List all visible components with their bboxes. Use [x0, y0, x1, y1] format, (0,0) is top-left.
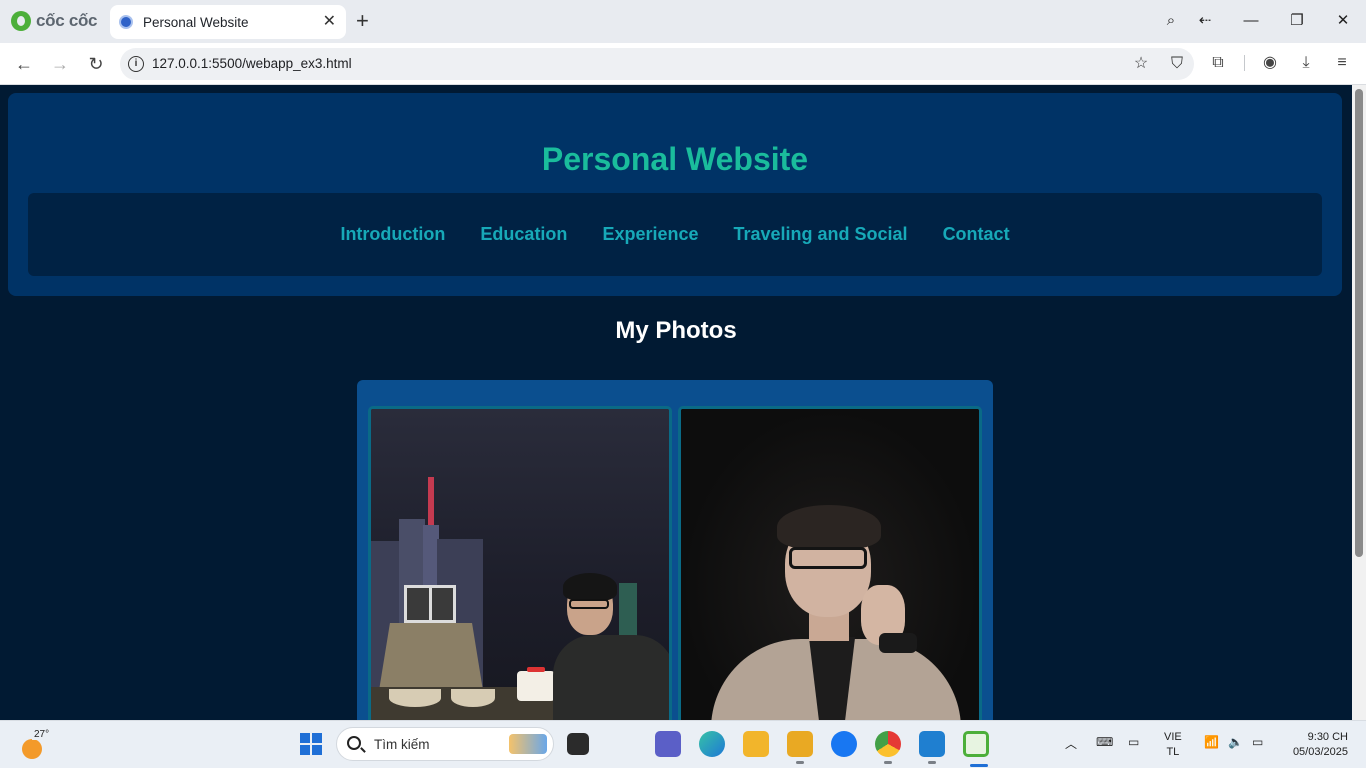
photo-person-glasses	[569, 599, 609, 609]
tab-title: Personal Website	[143, 14, 249, 30]
photo-bowl	[451, 689, 495, 707]
menu-hamburger-icon[interactable]: ≡	[1331, 52, 1353, 74]
photo-watch	[879, 633, 917, 653]
system-clock[interactable]: 9:30 CH 05/03/2025	[1280, 730, 1348, 760]
photo-person-glasses	[789, 547, 867, 569]
nav-link-experience[interactable]: Experience	[602, 224, 698, 245]
bookmark-star-icon[interactable]: ☆	[1131, 54, 1151, 74]
extensions-puzzle-icon[interactable]: ⧉	[1207, 52, 1229, 74]
browser-tab-bar: cốc cốc Personal Website ✕ + ⌕ ⇠ — ❐ ✕	[0, 0, 1366, 43]
address-bar[interactable]: i 127.0.0.1:5500/webapp_ex3.html ☆ ⛉	[120, 48, 1194, 80]
language-sub: TL	[1166, 746, 1180, 758]
site-title: Personal Website	[541, 141, 809, 177]
minimize-window-icon[interactable]: —	[1240, 10, 1262, 32]
nav-link-contact[interactable]: Contact	[943, 224, 1010, 245]
download-icon[interactable]: ⤓	[1295, 52, 1317, 74]
windows-start-icon[interactable]	[300, 733, 322, 755]
web-page: Personal Website Introduction Education …	[0, 85, 1352, 720]
photo-gallery	[357, 380, 993, 720]
photo-portrait[interactable]	[678, 406, 982, 720]
photo-person	[553, 635, 669, 720]
language-indicator[interactable]: VIE TL	[1164, 730, 1182, 760]
nav-link-education[interactable]: Education	[480, 224, 567, 245]
search-highlight-icon	[509, 734, 547, 754]
browser-brand-name: cốc cốc	[36, 11, 98, 30]
coccoc-logo-icon	[11, 11, 31, 31]
section-title: My Photos	[615, 317, 737, 344]
back-history-icon[interactable]: ⇠	[1194, 10, 1216, 32]
reload-icon[interactable]: ↻	[85, 53, 107, 75]
file-explorer-icon[interactable]	[743, 731, 769, 757]
clock-date: 05/03/2025	[1292, 746, 1348, 758]
browser-toolbar: ← → ↻ i 127.0.0.1:5500/webapp_ex3.html ☆…	[0, 43, 1366, 85]
chrome-icon[interactable]	[875, 731, 901, 764]
task-view-icon[interactable]	[567, 733, 589, 755]
close-tab-icon[interactable]: ✕	[323, 13, 336, 31]
clock-time: 9:30 CH	[1307, 731, 1348, 743]
tab-favicon-icon	[119, 15, 133, 29]
scrollbar-thumb[interactable]	[1355, 89, 1363, 557]
taskbar-search[interactable]: Tìm kiếm	[336, 727, 554, 761]
teams-icon[interactable]	[655, 731, 681, 757]
photo-lantern	[404, 585, 456, 623]
photo-cake	[517, 667, 555, 701]
site-info-icon[interactable]: i	[128, 56, 144, 72]
battery-icon[interactable]: ▭	[1252, 735, 1263, 749]
photo-tower	[428, 477, 434, 525]
search-tabs-icon[interactable]: ⌕	[1160, 10, 1182, 32]
photo-sign	[619, 583, 637, 643]
page-scrollbar[interactable]	[1352, 85, 1366, 720]
weather-widget[interactable]: 27°	[20, 729, 52, 759]
active-tab[interactable]: Personal Website ✕	[110, 5, 346, 39]
volume-icon[interactable]: 🔈	[1228, 735, 1243, 749]
coccoc-taskbar-icon[interactable]	[963, 731, 989, 767]
new-tab-plus-icon[interactable]: +	[356, 9, 369, 33]
weather-temperature: 27°	[32, 729, 52, 740]
file-explorer-window-icon[interactable]	[787, 731, 813, 764]
site-nav: Introduction Education Experience Travel…	[28, 193, 1322, 276]
photo-night-city-dinner[interactable]	[368, 406, 672, 720]
vscode-icon[interactable]	[919, 731, 945, 764]
windows-taskbar: 27° Tìm kiếm ︿ ⌨ ▭ VIE TL 📶 🔈 ▭ 9:30 CH …	[0, 720, 1366, 768]
toolbar-divider	[1244, 55, 1245, 71]
photo-bowl	[389, 689, 441, 707]
weather-sun-icon	[22, 739, 42, 759]
site-header: Personal Website Introduction Education …	[8, 93, 1342, 296]
wifi-icon[interactable]: 📶	[1204, 735, 1219, 749]
taskbar-search-placeholder: Tìm kiếm	[374, 737, 430, 752]
browser-brand[interactable]: cốc cốc	[11, 10, 98, 32]
nav-link-traveling-and-social[interactable]: Traveling and Social	[734, 224, 908, 245]
keyboard-icon[interactable]: ⌨	[1096, 735, 1113, 749]
profile-icon[interactable]: ◉	[1259, 52, 1281, 74]
photo-person-hair	[777, 505, 881, 549]
back-arrow-icon[interactable]: ←	[13, 53, 35, 75]
close-window-icon[interactable]: ✕	[1332, 10, 1354, 32]
edge-icon[interactable]	[699, 731, 725, 757]
forward-arrow-icon[interactable]: →	[49, 53, 71, 75]
facebook-icon[interactable]	[831, 731, 857, 757]
restore-window-icon[interactable]: ❐	[1286, 10, 1308, 32]
nav-link-introduction[interactable]: Introduction	[340, 224, 445, 245]
touchpad-icon[interactable]: ▭	[1128, 735, 1139, 749]
show-hidden-icons-chevron-icon[interactable]: ︿	[1065, 735, 1077, 752]
url-text[interactable]: 127.0.0.1:5500/webapp_ex3.html	[152, 56, 352, 71]
language-code: VIE	[1164, 731, 1182, 743]
photo-person-hair	[563, 573, 617, 601]
search-icon	[347, 736, 361, 750]
shield-icon[interactable]: ⛉	[1167, 54, 1187, 74]
